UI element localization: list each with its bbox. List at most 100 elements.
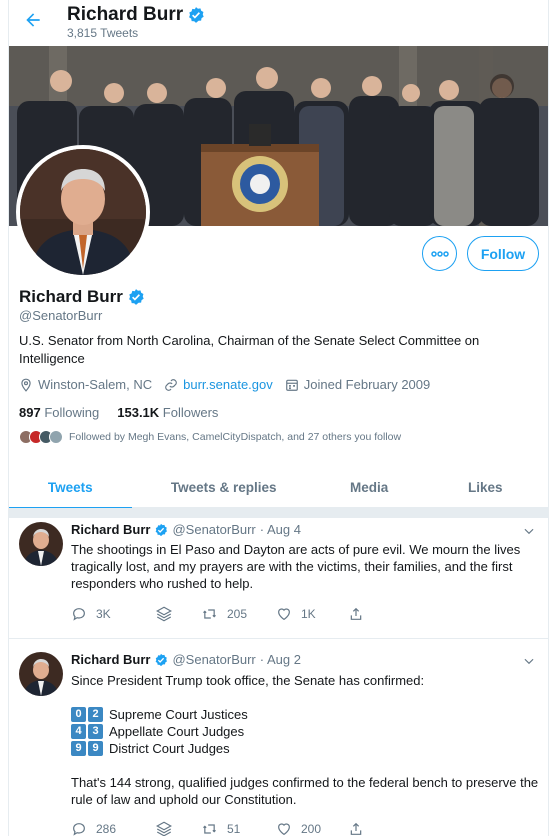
profile-stats: 897 Following 153.1K Followers xyxy=(19,405,218,420)
layers-icon xyxy=(156,821,172,836)
heart-icon xyxy=(278,823,290,836)
joined-text: Joined February 2009 xyxy=(303,377,431,392)
keycap-digit: 2 xyxy=(88,707,103,722)
followed-by-text: Followed by Megh Evans, CamelCityDispatc… xyxy=(69,431,402,443)
tweet-header: Richard Burr @SenatorBurr · Aug 2 xyxy=(71,652,301,667)
chevron-down-icon[interactable] xyxy=(522,524,538,540)
follow-button[interactable]: Follow xyxy=(467,236,539,271)
tweet-header: Richard Burr @SenatorBurr · Aug 4 xyxy=(71,522,301,537)
tweet-date[interactable]: · Aug 2 xyxy=(260,652,301,667)
tab-media[interactable]: Media xyxy=(316,466,423,508)
tweet-body: Since President Trump took office, the S… xyxy=(71,672,539,808)
profile-name-text: Richard Burr xyxy=(19,287,123,306)
tweet-handle[interactable]: @SenatorBurr xyxy=(172,522,255,537)
stat-label: Appellate Court Judges xyxy=(109,724,245,739)
layers-icon xyxy=(156,606,172,622)
back-arrow-icon[interactable] xyxy=(21,8,45,32)
verified-icon xyxy=(129,289,144,305)
tweet-avatar[interactable] xyxy=(19,522,63,566)
retweet-icon xyxy=(203,609,216,619)
header-title: Richard Burr xyxy=(67,4,205,26)
keycap-digit: 0 xyxy=(71,707,86,722)
tab-likes[interactable]: Likes xyxy=(422,466,548,508)
reply-icon xyxy=(73,823,85,836)
location-text: Winston-Salem, NC xyxy=(38,377,153,392)
heart-icon xyxy=(278,608,290,621)
verified-icon xyxy=(156,523,168,536)
like-button[interactable]: 200 xyxy=(276,820,348,836)
joined-item: Joined February 2009 xyxy=(285,377,430,392)
retweet-count: 205 xyxy=(227,607,248,621)
like-button[interactable]: 1K xyxy=(276,605,348,623)
location-item: Winston-Salem, NC xyxy=(19,377,152,392)
share-icon xyxy=(350,607,362,620)
verified-icon xyxy=(189,7,204,23)
calendar-icon xyxy=(285,379,298,391)
tweet-author-name[interactable]: Richard Burr xyxy=(71,522,150,537)
profile-meta: Winston-Salem, NC burr.senate.gov Joined… xyxy=(19,377,442,392)
like-count: 200 xyxy=(301,822,322,836)
following-count: 897 xyxy=(19,405,41,420)
tweet-actions: 3K 205 1K xyxy=(71,605,364,623)
tweet[interactable]: Richard Burr @SenatorBurr · Aug 2 Since … xyxy=(9,640,548,836)
more-options-button[interactable] xyxy=(422,236,457,271)
share-icon xyxy=(350,822,362,835)
stat-label: District Court Judges xyxy=(109,741,230,756)
keycap-digit: 3 xyxy=(88,724,103,739)
stat-line: 0 2 Supreme Court Justices xyxy=(71,706,539,723)
tweet-author-name[interactable]: Richard Burr xyxy=(71,652,150,667)
followers-you-know-avatars xyxy=(19,430,63,444)
verified-icon xyxy=(156,653,168,666)
section-divider xyxy=(9,508,548,518)
profile-page: Richard Burr 3,815 Tweets Follow Richard… xyxy=(8,0,549,836)
stat-line: 9 9 District Court Judges xyxy=(71,740,539,757)
reply-count: 286 xyxy=(96,822,117,836)
stat-line: 4 3 Appellate Court Judges xyxy=(71,723,539,740)
website-link[interactable]: burr.senate.gov xyxy=(183,377,273,392)
website-item[interactable]: burr.senate.gov xyxy=(164,377,273,392)
more-icon xyxy=(430,250,449,257)
followers-stat[interactable]: 153.1K Followers xyxy=(117,405,218,420)
profile-bio: U.S. Senator from North Carolina, Chairm… xyxy=(19,333,480,366)
like-count: 1K xyxy=(301,607,316,621)
profile-handle: @SenatorBurr xyxy=(19,308,103,323)
tweet-text: The shootings in El Paso and Dayton are … xyxy=(71,542,521,591)
header-name: Richard Burr xyxy=(67,4,184,25)
share-button[interactable] xyxy=(348,605,364,623)
profile-name: Richard Burr xyxy=(19,287,145,307)
tweet-date[interactable]: · Aug 4 xyxy=(260,522,301,537)
following-label: Following xyxy=(44,405,100,420)
reply-button[interactable]: 3K xyxy=(71,605,155,623)
keycap-digit: 9 xyxy=(88,741,103,756)
profile-tabs: Tweets Tweets & replies Media Likes xyxy=(9,466,548,509)
reply-count: 3K xyxy=(96,607,111,621)
keycap-digit: 9 xyxy=(71,741,86,756)
reply-button[interactable]: 286 xyxy=(71,820,155,836)
retweet-button[interactable]: 51 xyxy=(201,820,276,836)
profile-avatar[interactable] xyxy=(16,145,150,279)
chevron-down-icon[interactable] xyxy=(522,654,538,670)
thread-button[interactable] xyxy=(155,820,201,836)
tweet-avatar[interactable] xyxy=(19,652,63,696)
share-button[interactable] xyxy=(348,820,364,836)
followed-by[interactable]: Followed by Megh Evans, CamelCityDispatc… xyxy=(19,430,401,444)
tweet-handle[interactable]: @SenatorBurr xyxy=(172,652,255,667)
retweet-button[interactable]: 205 xyxy=(201,605,276,623)
tweet-intro: Since President Trump took office, the S… xyxy=(71,673,425,688)
top-bar: Richard Burr 3,815 Tweets xyxy=(9,0,548,45)
location-icon xyxy=(21,378,31,392)
keycap-digit: 4 xyxy=(71,724,86,739)
tab-tweets[interactable]: Tweets xyxy=(9,466,132,509)
stat-label: Supreme Court Justices xyxy=(109,707,248,722)
tweet-outro: That's 144 strong, qualified judges conf… xyxy=(71,775,539,807)
retweet-icon xyxy=(203,824,216,834)
reply-icon xyxy=(73,608,85,621)
retweet-count: 51 xyxy=(227,822,241,836)
following-stat[interactable]: 897 Following xyxy=(19,405,99,420)
tab-tweets-replies[interactable]: Tweets & replies xyxy=(132,466,316,508)
tweet-actions: 286 51 200 xyxy=(71,820,364,836)
link-icon xyxy=(165,378,177,391)
thread-button[interactable] xyxy=(155,605,201,623)
followers-count: 153.1K xyxy=(117,405,160,420)
tweet[interactable]: Richard Burr @SenatorBurr · Aug 4 The sh… xyxy=(9,518,548,639)
